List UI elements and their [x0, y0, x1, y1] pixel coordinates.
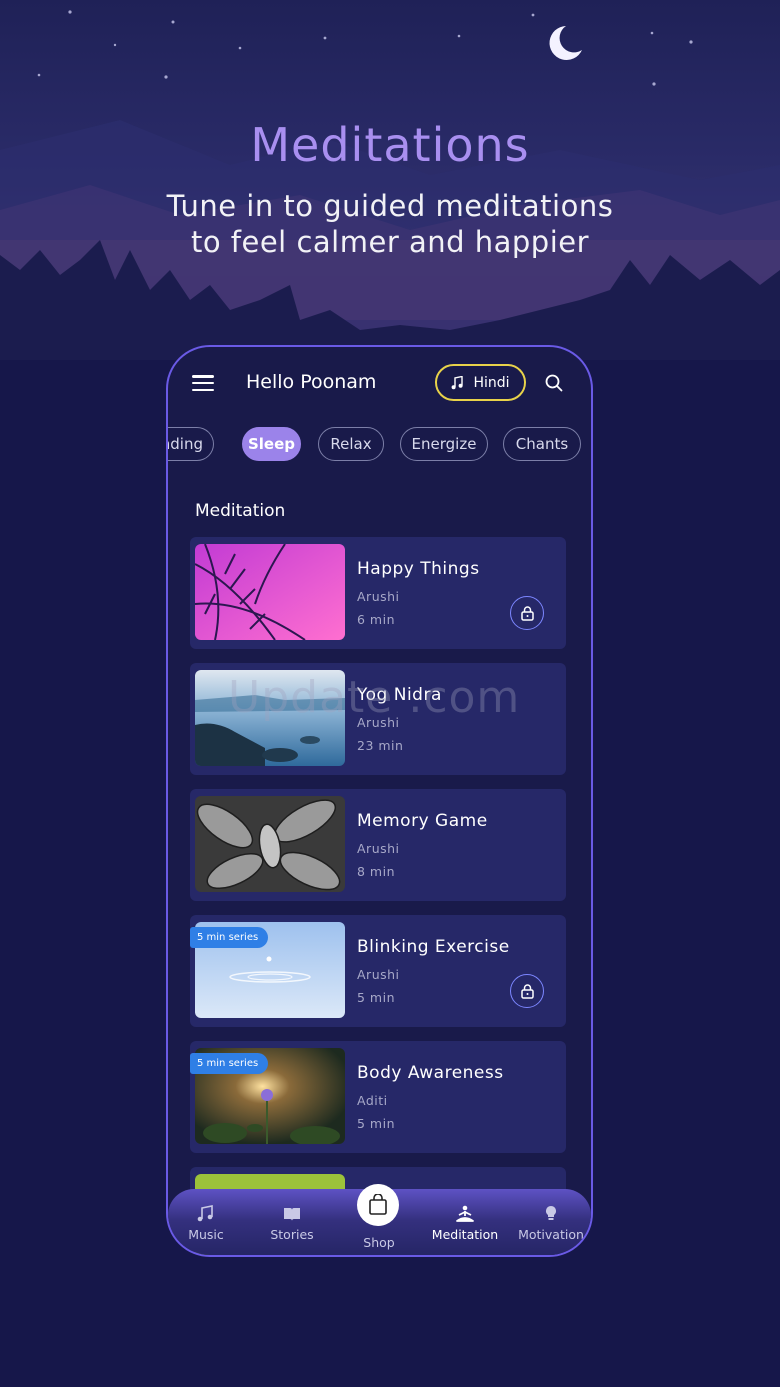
card-duration: 6 min	[357, 612, 395, 627]
card-duration: 8 min	[357, 864, 395, 879]
promo-subtitle-line-2: to feel calmer and happier	[190, 225, 590, 259]
nav-motivation-label: Motivation	[518, 1227, 584, 1242]
card-author: Aditi	[357, 1093, 388, 1108]
nav-music-label: Music	[188, 1227, 224, 1242]
nav-meditation[interactable]: Meditation	[422, 1205, 508, 1242]
meditation-card[interactable]: 5 min series Body Awareness Aditi 5 min	[190, 1041, 566, 1153]
nav-stories[interactable]: Stories	[249, 1205, 335, 1242]
chip-chants[interactable]: Chants	[503, 427, 581, 461]
nav-stories-label: Stories	[270, 1227, 314, 1242]
lightbulb-icon	[546, 1206, 556, 1220]
nav-meditation-label: Meditation	[431, 1227, 499, 1242]
lock-icon[interactable]	[510, 596, 544, 630]
language-label: Hindi	[473, 374, 510, 391]
category-chips: nding Sleep Relax Energize Chants	[168, 427, 591, 467]
card-title: Happy Things	[357, 559, 480, 579]
book-icon	[284, 1208, 300, 1221]
card-author: Arushi	[357, 841, 400, 856]
promo-title: Meditations	[250, 118, 530, 172]
thumbnail-happy-things	[195, 544, 345, 640]
nav-shop-label: Shop	[363, 1235, 395, 1250]
chip-relax[interactable]: Relax	[318, 427, 384, 461]
language-button[interactable]: Hindi	[435, 364, 526, 401]
card-title: Blinking Exercise	[357, 937, 510, 957]
greeting-text: Hello Poonam	[246, 371, 377, 393]
promo-subtitle: Tune in to guided meditations to feel ca…	[0, 188, 780, 260]
card-duration: 5 min	[357, 990, 395, 1005]
card-duration: 23 min	[357, 738, 404, 753]
night-sky-background	[0, 0, 780, 360]
card-author: Arushi	[357, 967, 400, 982]
promo-subtitle-line-1: Tune in to guided meditations	[166, 189, 614, 223]
shopping-bag-icon	[369, 1194, 387, 1215]
chip-energize[interactable]: Energize	[400, 427, 488, 461]
meditation-pose-icon	[456, 1205, 474, 1222]
bottom-navigation: Music Stories Shop Meditation Motivation	[168, 1184, 591, 1255]
card-title: Memory Game	[357, 811, 488, 831]
search-icon[interactable]	[544, 373, 564, 393]
thumbnail-memory-game	[195, 796, 345, 892]
chip-trending[interactable]: nding	[168, 427, 214, 461]
card-author: Arushi	[357, 589, 400, 604]
music-icon	[197, 1205, 213, 1222]
card-title: Body Awareness	[357, 1063, 504, 1083]
nav-shop-button[interactable]	[357, 1184, 399, 1226]
meditation-card[interactable]: 5 min series Blinking Exercise Arushi 5 …	[190, 915, 566, 1027]
chip-sleep[interactable]: Sleep	[242, 427, 301, 461]
music-note-icon	[452, 375, 464, 389]
nav-motivation[interactable]: Motivation	[508, 1205, 591, 1242]
meditation-card[interactable]: Memory Game Arushi 8 min	[190, 789, 566, 901]
series-badge: 5 min series	[190, 1053, 269, 1074]
nav-shop[interactable]: Shop	[336, 1235, 422, 1250]
watermark: Update .com	[228, 672, 521, 723]
meditation-card[interactable]: Happy Things Arushi 6 min	[190, 537, 566, 649]
nav-music[interactable]: Music	[168, 1205, 249, 1242]
app-header: Hello Poonam Hindi	[168, 347, 591, 423]
menu-icon[interactable]	[192, 375, 214, 391]
phone-frame: Hello Poonam Hindi nding Sleep Relax Ene…	[166, 345, 593, 1257]
lock-icon[interactable]	[510, 974, 544, 1008]
card-duration: 5 min	[357, 1116, 395, 1131]
series-badge: 5 min series	[190, 927, 269, 948]
section-title: Meditation	[195, 501, 286, 521]
